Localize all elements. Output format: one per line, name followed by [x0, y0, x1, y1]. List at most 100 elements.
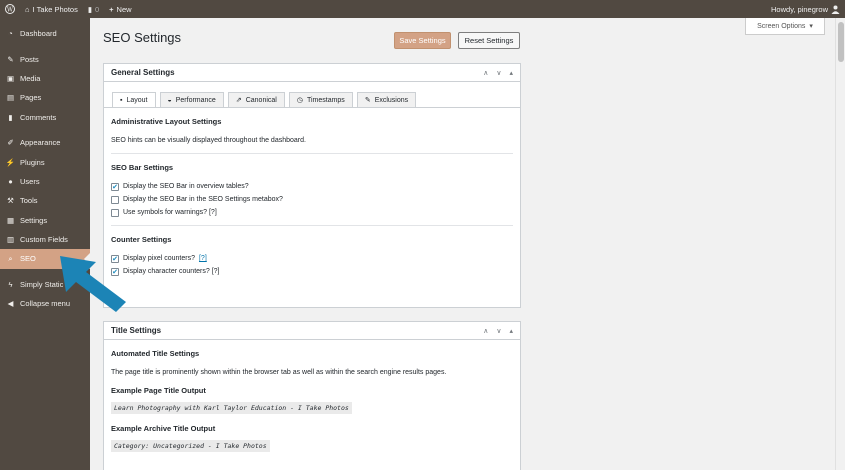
site-name: I Take Photos [32, 4, 78, 14]
caret-down-icon: ▾ [809, 23, 813, 30]
warning-symbols-checkbox[interactable]: Use symbols for warnings? [?] [111, 206, 520, 219]
sidebar-item-label: Appearance [20, 138, 61, 148]
sidebar-item-label: Plugins [20, 157, 45, 167]
sidebar-item-posts[interactable]: ✎ Posts [0, 49, 90, 68]
admin-bar: W ⌂ I Take Photos ▮ 0 + New Howdy, pineg… [0, 0, 845, 18]
brush-icon: ✐ [7, 138, 14, 148]
help-link[interactable]: [?] [199, 255, 207, 262]
tab-label: Layout [126, 96, 148, 104]
clock-icon: ◷ [296, 97, 303, 104]
checkbox-label: Display character counters? [?] [123, 268, 220, 275]
toggle-panel-icon[interactable]: ▴ [509, 327, 513, 335]
dashboard-icon: ◔ [8, 29, 13, 39]
page-title-example: Learn Photography with Karl Taylor Educa… [111, 402, 352, 414]
edit-icon: ✎ [364, 97, 371, 104]
general-settings-header: General Settings ∧ ∨ ▴ [104, 64, 520, 82]
save-settings-button[interactable]: Save Settings [394, 32, 451, 49]
sidebar-item-dashboard[interactable]: ◔ Dashboard [0, 24, 90, 43]
checkbox-label: Display the SEO Bar in overview tables? [123, 183, 249, 190]
comments-link[interactable]: ▮ 0 [83, 0, 104, 18]
sidebar-item-label: Media [20, 73, 41, 83]
character-counters-checkbox[interactable]: ✔ Display character counters? [?] [111, 265, 520, 278]
pointer-arrow-icon [60, 256, 126, 312]
screen-options-label: Screen Options [757, 22, 806, 30]
tab-layout[interactable]: ▪ Layout [112, 92, 156, 107]
page-title: SEO Settings [103, 30, 182, 45]
scrollbar-thumb[interactable] [838, 22, 844, 62]
auto-title-heading: Automated Title Settings [111, 349, 200, 358]
settings-tabs: ▪ Layout ◒ Performance ⇗ Canonical ◷ Timesta… [112, 92, 520, 107]
pin-icon: ✎ [7, 54, 14, 64]
wordpress-icon: W [5, 4, 15, 14]
move-up-icon[interactable]: ∧ [483, 327, 488, 335]
move-down-icon[interactable]: ∨ [496, 327, 501, 335]
my-account-link[interactable]: Howdy, pinegrow [766, 0, 845, 18]
sidebar-item-label: Pages [20, 93, 42, 103]
sidebar-item-users[interactable]: ● Users [0, 172, 90, 191]
collapse-icon: ◀ [7, 299, 14, 309]
checkbox-label: Use symbols for warnings? [?] [123, 209, 217, 216]
sidebar-item-label: SEO [20, 254, 36, 264]
sidebar-item-plugins[interactable]: ⚡ Plugins [0, 152, 90, 171]
tab-label: Canonical [245, 96, 277, 104]
general-settings-box: General Settings ∧ ∨ ▴ ▪ Layout ◒ Performa… [103, 63, 521, 308]
toggle-panel-icon[interactable]: ▴ [509, 69, 513, 77]
new-content-link[interactable]: + New [104, 0, 136, 18]
screen-options-button[interactable]: Screen Options ▾ [745, 18, 825, 35]
tab-canonical[interactable]: ⇗ Canonical [227, 92, 285, 107]
tab-label: Performance [175, 96, 216, 104]
archive-title-example-heading: Example Archive Title Output [111, 424, 216, 433]
auto-title-description: The page title is prominently shown with… [111, 369, 447, 376]
page-scrollbar[interactable] [835, 18, 845, 470]
howdy-text: Howdy, pinegrow [771, 4, 828, 14]
sidebar-item-media[interactable]: ▣ Media [0, 69, 90, 88]
settings-icon: ▦ [6, 215, 15, 225]
tab-timestamps[interactable]: ◷ Timestamps [288, 92, 353, 107]
seo-bar-overview-checkbox[interactable]: ✔ Display the SEO Bar in overview tables? [111, 180, 520, 193]
sidebar-item-appearance[interactable]: ✐ Appearance [0, 133, 90, 152]
tab-label: Timestamps [306, 96, 345, 104]
bolt-icon: ϟ [8, 279, 13, 289]
admin-layout-heading: Administrative Layout Settings [111, 117, 222, 126]
gauge-icon: ◒ [167, 96, 172, 104]
home-icon: ⌂ [25, 4, 30, 14]
sidebar-item-label: Dashboard [20, 29, 57, 39]
site-name-link[interactable]: ⌂ I Take Photos [20, 0, 83, 18]
wrench-icon: ⚒ [7, 196, 14, 206]
reset-settings-button[interactable]: Reset Settings [458, 32, 520, 49]
plus-icon: + [109, 4, 114, 14]
external-link-icon: ⇗ [235, 97, 242, 104]
main-content: Screen Options ▾ SEO Settings Save Setti… [90, 18, 835, 470]
archive-title-example: Category: Uncategorized - I Take Photos [111, 440, 270, 452]
sidebar-item-settings[interactable]: ▦ Settings [0, 211, 90, 230]
user-icon: ● [8, 176, 13, 186]
tab-performance[interactable]: ◒ Performance [159, 92, 224, 107]
page-title-example-heading: Example Page Title Output [111, 386, 206, 395]
move-up-icon[interactable]: ∧ [483, 69, 488, 77]
checkbox-empty [111, 208, 119, 217]
sidebar-item-pages[interactable]: ▤ Pages [0, 88, 90, 107]
comment-icon: ▮ [8, 112, 13, 122]
sidebar-item-custom-fields[interactable]: ▥ Custom Fields [0, 230, 90, 249]
sidebar-item-tools[interactable]: ⚒ Tools [0, 191, 90, 210]
tab-label: Exclusions [374, 96, 409, 104]
checkbox-label: Display pixel counters? [123, 255, 195, 262]
svg-text:W: W [7, 6, 14, 13]
wp-logo-button[interactable]: W [0, 0, 20, 18]
title-settings-title: Title Settings [111, 326, 162, 335]
user-avatar-icon [831, 5, 840, 14]
pixel-counters-checkbox[interactable]: ✔ Display pixel counters? [?] [111, 252, 520, 265]
sidebar-item-label: Tools [20, 196, 38, 206]
sidebar-item-comments[interactable]: ▮ Comments [0, 108, 90, 127]
move-down-icon[interactable]: ∨ [496, 69, 501, 77]
sidebar-item-label: Comments [20, 112, 57, 122]
sidebar-item-label: Posts [20, 54, 39, 64]
title-settings-header: Title Settings ∧ ∨ ▴ [104, 322, 520, 340]
general-settings-title: General Settings [111, 68, 175, 77]
admin-layout-description: SEO hints can be visually displayed thro… [111, 137, 306, 144]
sidebar-item-label: Users [20, 176, 40, 186]
table-icon: ▥ [6, 235, 15, 245]
tab-exclusions[interactable]: ✎ Exclusions [356, 92, 417, 107]
seo-bar-metabox-checkbox[interactable]: Display the SEO Bar in the SEO Settings … [111, 193, 520, 206]
seo-bar-heading: SEO Bar Settings [111, 163, 174, 172]
